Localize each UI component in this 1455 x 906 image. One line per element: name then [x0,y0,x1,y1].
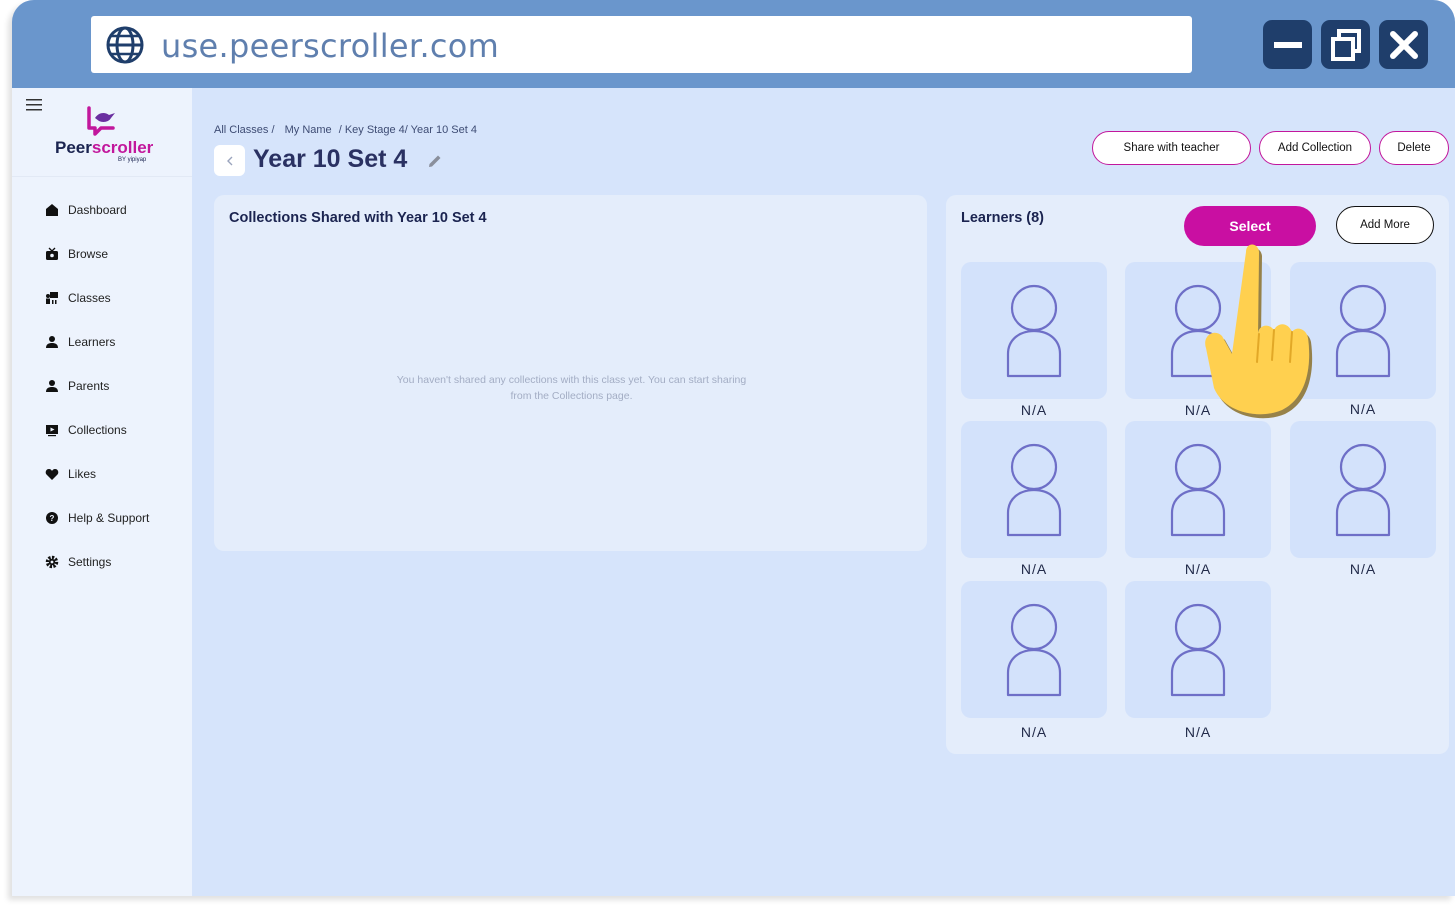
browser-titlebar: use.peerscroller.com [12,0,1455,88]
learner-card[interactable] [1125,262,1271,399]
learner-card[interactable] [1125,581,1271,718]
learner-card[interactable] [1290,262,1436,399]
learner-avatar-icon [1335,284,1391,378]
chevron-left-icon [226,156,232,165]
learner-avatar-icon [1006,284,1062,378]
sidebar-item-likes[interactable]: Likes [12,452,192,496]
url-text: use.peerscroller.com [161,27,500,65]
sidebar-item-label: Likes [68,467,97,481]
classroom-icon [44,290,60,306]
breadcrumb-my-name[interactable]: My Name [285,124,332,136]
peerscroller-logo[interactable]: Peerscroller BY yipiyap [55,104,165,164]
help-icon: ? [44,510,60,526]
learners-panel-title: Learners (8) [961,210,1045,226]
pencil-edit-icon[interactable] [426,152,444,170]
address-bar[interactable]: use.peerscroller.com [91,16,1192,73]
delete-button[interactable]: Delete [1379,131,1449,165]
minimize-button[interactable] [1263,20,1312,69]
collections-panel: Collections Shared with Year 10 Set 4 Yo… [214,195,927,551]
learner-name: N/A [1184,561,1212,577]
sidebar-item-label: Classes [68,291,111,305]
sidebar-item-classes[interactable]: Classes [12,276,192,320]
sidebar-item-label: Learners [68,335,116,349]
learner-avatar-icon [1170,443,1226,537]
restore-icon [1330,28,1361,61]
person-icon [44,334,60,350]
sidebar-divider [12,176,192,177]
learner-card[interactable] [961,262,1107,399]
breadcrumb-all-classes[interactable]: All Classes / [214,124,275,136]
close-icon [1389,30,1418,59]
tv-icon [44,246,60,262]
collections-panel-title: Collections Shared with Year 10 Set 4 [229,210,487,226]
main-content: All Classes / My Name / Key Stage 4/ Yea… [192,88,1455,896]
logo-subtitle: BY yipiyap [118,157,147,163]
sidebar: Peerscroller BY yipiyap Dashboard Browse… [12,88,192,896]
logo-wordmark: Peerscroller [55,138,154,157]
learner-card[interactable] [1290,421,1436,558]
share-with-teacher-button[interactable]: Share with teacher [1092,131,1251,165]
learner-avatar-icon [1006,443,1062,537]
add-collection-button[interactable]: Add Collection [1259,131,1371,165]
sidebar-item-label: Browse [68,247,109,261]
learner-name: N/A [1020,402,1048,418]
sidebar-item-label: Help & Support [68,511,150,525]
learner-card[interactable] [1125,421,1271,558]
sidebar-item-dashboard[interactable]: Dashboard [12,188,192,232]
select-button[interactable]: Select [1184,206,1316,246]
learner-avatar-icon [1170,603,1226,697]
person-icon [44,378,60,394]
sidebar-item-help-support[interactable]: ? Help & Support [12,496,192,540]
sidebar-item-learners[interactable]: Learners [12,320,192,364]
close-button[interactable] [1379,20,1428,69]
gear-icon [44,554,60,570]
sidebar-item-settings[interactable]: Settings [12,540,192,584]
sidebar-item-label: Parents [68,379,110,393]
sidebar-nav: Dashboard Browse Classes Learners Parent… [12,188,192,584]
learner-name: N/A [1020,561,1048,577]
sidebar-item-browse[interactable]: Browse [12,232,192,276]
learner-name: N/A [1020,724,1048,740]
sidebar-item-parents[interactable]: Parents [12,364,192,408]
play-icon [44,422,60,438]
sidebar-item-label: Dashboard [68,203,127,217]
sidebar-item-collections[interactable]: Collections [12,408,192,452]
learner-name: N/A [1349,401,1377,417]
home-icon [44,202,60,218]
learner-name: N/A [1349,561,1377,577]
learner-name: N/A [1184,402,1212,418]
sidebar-item-label: Collections [68,423,127,437]
app-window: use.peerscroller.com Peerscroller BY yip… [12,0,1455,896]
logo-bird-icon [87,106,115,136]
learner-name: N/A [1184,724,1212,740]
collections-empty-message: You haven't shared any collections with … [396,374,747,402]
hamburger-menu-icon[interactable] [26,99,42,111]
globe-icon [106,26,144,64]
learner-card[interactable] [961,581,1107,718]
minimize-icon [1273,41,1302,48]
learner-avatar-icon [1170,284,1226,378]
learner-card[interactable] [961,421,1107,558]
learner-avatar-icon [1006,603,1062,697]
breadcrumb-current: / Key Stage 4/ Year 10 Set 4 [338,124,477,136]
restore-button[interactable] [1321,20,1370,69]
heart-icon [44,466,60,482]
back-button[interactable] [214,145,245,176]
learner-avatar-icon [1335,443,1391,537]
sidebar-item-label: Settings [68,555,112,569]
svg-text:?: ? [50,514,55,523]
add-more-button[interactable]: Add More [1336,206,1434,244]
page-title: Year 10 Set 4 [253,145,408,173]
breadcrumb: All Classes / My Name / Key Stage 4/ Yea… [214,124,481,136]
